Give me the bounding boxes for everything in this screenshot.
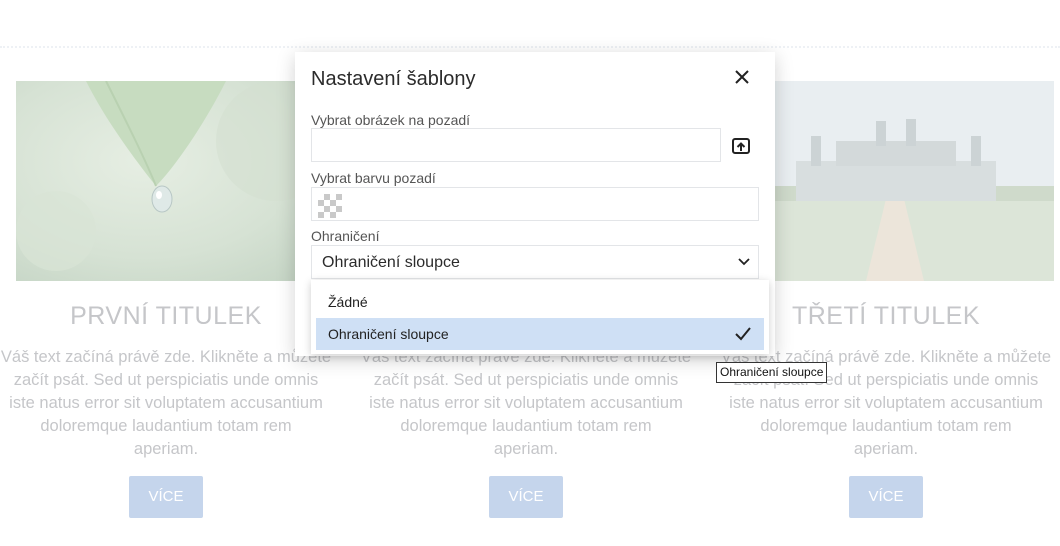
bg-image-input[interactable] (311, 128, 721, 162)
option-column-border[interactable]: Ohraničení sloupce (316, 318, 764, 350)
column-text: Váš text začíná právě zde. Klikněte a mů… (0, 348, 332, 458)
close-icon[interactable] (732, 66, 752, 88)
transparent-swatch[interactable] (318, 194, 342, 218)
border-select-value: Ohraničení sloupce (322, 254, 460, 271)
more-button[interactable]: VÍCE (129, 476, 203, 518)
bg-image-label: Vybrat obrázek na pozadí (311, 112, 471, 128)
tooltip: Ohraničení sloupce (716, 362, 828, 383)
border-label: Ohraničení (311, 228, 380, 244)
chateau-image (736, 81, 1054, 281)
dialog-title: Nastavení šablony (311, 68, 476, 90)
checkmark-icon (735, 327, 751, 341)
more-button[interactable]: VÍCE (849, 476, 923, 518)
column-text: Váš text začíná právě zde. Klikněte a mů… (360, 348, 692, 458)
upload-icon[interactable] (731, 136, 751, 156)
leaf-water-drop-image (16, 81, 334, 281)
more-button[interactable]: VÍCE (489, 476, 563, 518)
bg-color-label: Vybrat barvu pozadí (311, 170, 436, 186)
border-select[interactable]: Ohraničení sloupce (311, 245, 759, 279)
chevron-down-icon (738, 258, 750, 266)
border-dropdown-list: Žádné Ohraničení sloupce (311, 280, 769, 354)
option-none[interactable]: Žádné (316, 286, 764, 318)
bg-color-picker[interactable] (311, 187, 759, 221)
